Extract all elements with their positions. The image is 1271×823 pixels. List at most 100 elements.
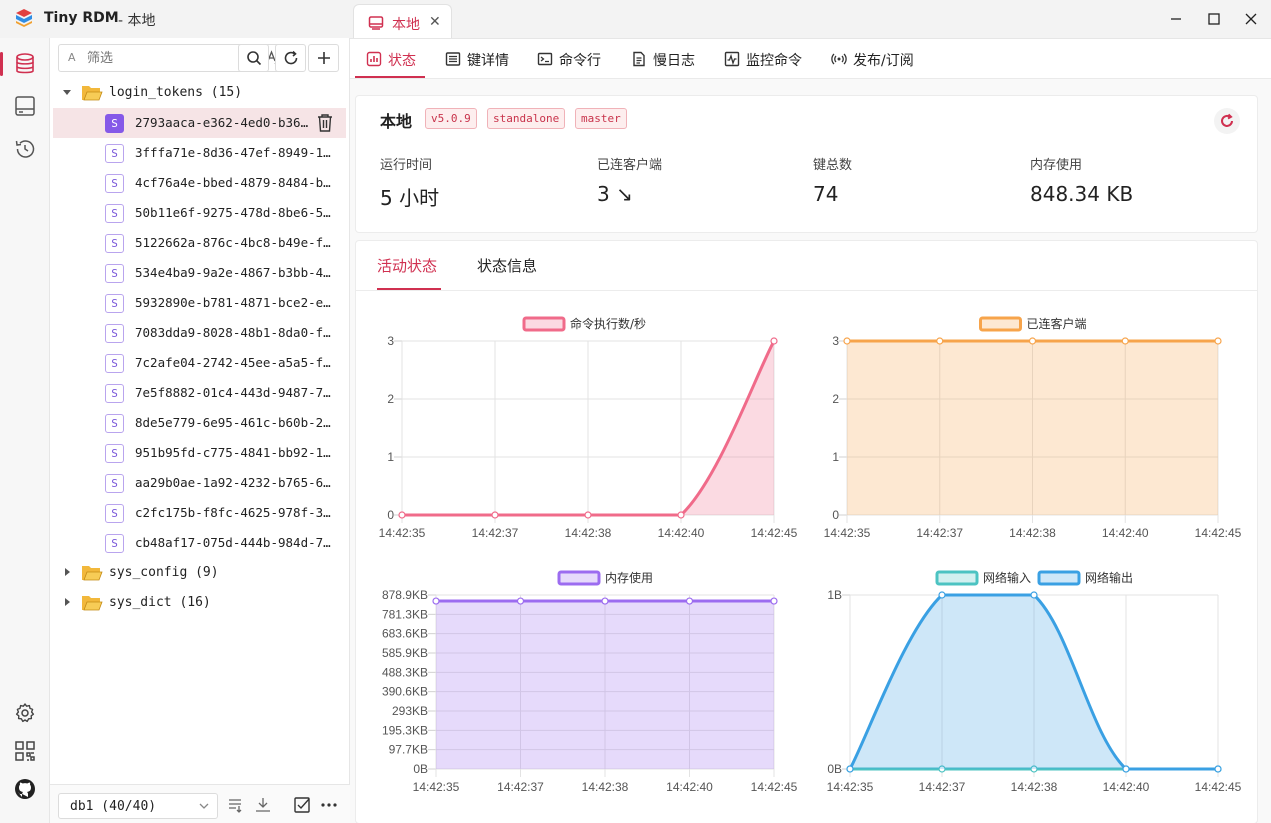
history-icon[interactable]	[13, 137, 37, 161]
apps-grid-icon[interactable]	[13, 739, 37, 763]
tree-key-row[interactable]: S 7c2afe04-2742-45ee-a5a5-f…	[53, 348, 346, 378]
caret-right-icon[interactable]	[62, 597, 72, 607]
string-type-badge: S	[105, 234, 124, 253]
version-tag: v5.0.9	[425, 108, 477, 129]
tree-key-row[interactable]: S 534e4ba9-9a2e-4867-b3bb-4…	[53, 258, 346, 288]
tree-key-row[interactable]: S 4cf76a4e-bbed-4879-8484-b…	[53, 168, 346, 198]
server-name: 本地	[380, 112, 413, 131]
tree-folder-sys-config[interactable]: sys_config (9)	[53, 558, 346, 588]
tree-key-label: 7083dda9-8028-48b1-8da0-f…	[135, 325, 331, 340]
auto-refresh-button[interactable]	[1214, 108, 1240, 134]
content-tabs: 状态 键详情 命令行 慢日志 监控命令 发布/订阅	[350, 39, 1271, 79]
string-type-badge: S	[105, 384, 124, 403]
search-button[interactable]	[238, 44, 269, 72]
tree-key-row[interactable]: S 3fffa71e-8d36-47ef-8949-1…	[53, 138, 346, 168]
folder-icon	[82, 596, 103, 611]
tree-folder-label: login_tokens (15)	[109, 85, 243, 100]
data-point	[516, 597, 525, 605]
tree-key-label: 2793aaca-e362-4ed0-b36…	[135, 115, 309, 130]
tree-key-label: 5122662a-876c-4bc8-b49e-f…	[135, 235, 331, 250]
sort-list-icon[interactable]	[227, 796, 245, 814]
maximize-icon[interactable]	[1204, 9, 1224, 29]
activity-tabs: 活动状态 状态信息	[356, 241, 1257, 291]
title-bar: Tiny RDM - 本地 本地 ✕	[0, 0, 1271, 40]
tree-folder-label: sys_config (9)	[109, 565, 219, 580]
tree-key-label: 4cf76a4e-bbed-4879-8484-b…	[135, 175, 331, 190]
series-area	[436, 601, 774, 769]
string-type-badge: S	[105, 354, 124, 373]
caret-right-icon[interactable]	[62, 567, 72, 577]
string-type-badge: S	[105, 324, 124, 343]
string-type-badge: S	[105, 204, 124, 223]
minimize-icon[interactable]	[1166, 9, 1186, 29]
gear-icon[interactable]	[13, 701, 37, 725]
x-tick-label: 14:42:37	[497, 780, 544, 794]
database-select[interactable]: db1 (40/40)	[58, 793, 218, 819]
github-icon[interactable]	[13, 777, 37, 801]
tree-key-row[interactable]: S aa29b0ae-1a92-4232-b765-6…	[53, 468, 346, 498]
y-tick-label: 781.3KB	[382, 607, 428, 621]
more-icon[interactable]	[320, 796, 338, 814]
tree-key-label: 8de5e779-6e95-461c-b60b-2…	[135, 415, 331, 430]
tree-key-label: 3fffa71e-8d36-47ef-8949-1…	[135, 145, 331, 160]
tree-key-row[interactable]: S 50b11e6f-9275-478d-8be6-5…	[53, 198, 346, 228]
trash-icon[interactable]	[316, 113, 334, 133]
tree-key-row[interactable]: S cb48af17-075d-444b-984d-7…	[53, 528, 346, 558]
string-type-badge: S	[105, 504, 124, 523]
data-point	[601, 597, 609, 605]
server-list-icon[interactable]	[13, 94, 37, 118]
server-info-card: 本地 v5.0.9 standalone master 运行时间 5 小时 已连…	[355, 95, 1258, 233]
data-point	[1122, 765, 1130, 773]
tree-key-row[interactable]: S 7e5f8882-01c4-443d-9487-7…	[53, 378, 346, 408]
legend-swatch	[1037, 570, 1081, 586]
window-close-icon[interactable]	[1241, 9, 1261, 29]
tree-folder-sys-dict[interactable]: sys_dict (16)	[53, 588, 346, 618]
tree-key-row[interactable]: S 5122662a-876c-4bc8-b49e-f…	[53, 228, 346, 258]
y-tick-label: 488.3KB	[382, 665, 428, 679]
x-tick-label: 14:42:35	[824, 526, 871, 540]
legend-label: 内存使用	[605, 570, 653, 585]
y-tick-label: 97.7KB	[389, 743, 428, 757]
add-key-button[interactable]	[308, 44, 339, 72]
x-tick-label: 14:42:38	[565, 526, 612, 540]
tab-label: 命令行	[559, 53, 601, 69]
tree-key-row[interactable]: S 2793aaca-e362-4ed0-b36…	[53, 108, 346, 138]
x-tick-label: 14:42:40	[1103, 780, 1150, 794]
app-title: Tiny RDM	[44, 10, 119, 26]
data-point	[770, 337, 778, 345]
checkbox-select-icon[interactable]	[293, 796, 311, 814]
database-icon[interactable]	[13, 52, 37, 76]
connection-tab-label: 本地	[392, 17, 420, 33]
tab-activity[interactable]: 活动状态	[377, 255, 437, 276]
tab-label: 慢日志	[653, 53, 695, 69]
memory-value: 848.34 KB	[1030, 182, 1134, 206]
legend-label: 网络输出	[1085, 570, 1133, 585]
close-icon[interactable]: ✕	[429, 14, 441, 30]
tree-key-label: aa29b0ae-1a92-4232-b765-6…	[135, 475, 331, 490]
load-more-icon[interactable]	[254, 796, 272, 814]
x-tick-label: 14:42:37	[916, 526, 963, 540]
refresh-keys-button[interactable]	[275, 44, 306, 72]
total-keys-label: 键总数	[813, 158, 853, 173]
folder-open-icon	[82, 86, 103, 101]
filter-type-prefix[interactable]: A	[68, 51, 76, 64]
tab-status-info[interactable]: 状态信息	[477, 255, 537, 276]
tab-label: 监控命令	[746, 53, 802, 69]
tree-key-label: 7c2afe04-2742-45ee-a5a5-f…	[135, 355, 331, 370]
tree-folder-login-tokens[interactable]: login_tokens (15)	[53, 78, 346, 108]
tree-key-row[interactable]: S 951b95fd-c775-4841-bb92-1…	[53, 438, 346, 468]
tree-folder-label: sys_dict (16)	[109, 595, 211, 610]
caret-down-icon[interactable]	[62, 87, 72, 97]
tree-key-label: 50b11e6f-9275-478d-8be6-5…	[135, 205, 331, 220]
tree-key-row[interactable]: S c2fc175b-f8fc-4625-978f-3…	[53, 498, 346, 528]
string-type-badge: S	[105, 114, 124, 133]
tree-key-row[interactable]: S 7083dda9-8028-48b1-8da0-f…	[53, 318, 346, 348]
filter-input[interactable]	[87, 48, 237, 68]
tree-key-row[interactable]: S 5932890e-b781-4871-bce2-e…	[53, 288, 346, 318]
chevron-down-icon	[199, 803, 209, 809]
tree-key-row[interactable]: S 8de5e779-6e95-461c-b60b-2…	[53, 408, 346, 438]
terminal-icon	[537, 52, 553, 66]
plus-icon	[318, 52, 330, 64]
connection-tab[interactable]: 本地 ✕	[353, 4, 452, 40]
data-point	[584, 511, 592, 519]
